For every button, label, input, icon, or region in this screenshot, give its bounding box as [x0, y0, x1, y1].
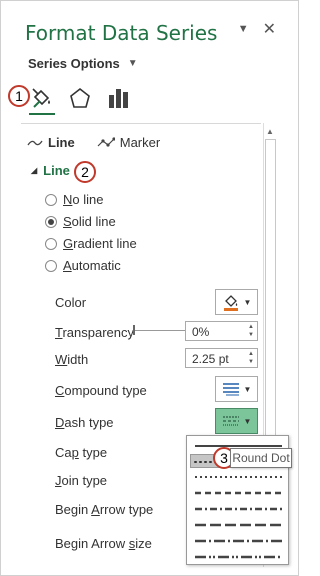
radio-label: No line — [63, 192, 104, 207]
line-icon — [27, 140, 43, 145]
dash-option-dash[interactable] — [190, 486, 285, 500]
active-tab-indicator — [29, 113, 55, 115]
long-dash-dot-line-icon — [195, 539, 282, 543]
series-options-bars-icon — [109, 89, 128, 108]
series-options-tab[interactable] — [103, 83, 133, 113]
compound-type-label: Compound type — [55, 383, 147, 398]
line-section-label: Line — [43, 163, 70, 178]
scroll-up-icon[interactable]: ▲ — [263, 127, 277, 136]
dash-dot-line-icon — [195, 507, 282, 511]
dash-type-button[interactable]: ▼ — [215, 408, 258, 434]
close-icon[interactable]: ✕ — [263, 19, 276, 39]
join-type-label: Join type — [55, 473, 108, 488]
line-section-header[interactable]: ◢ Line — [31, 163, 70, 178]
format-tabs — [21, 81, 261, 117]
chevron-down-icon: ▼ — [127, 58, 138, 69]
color-label: Color — [55, 295, 87, 310]
radio-label: Solid line — [63, 214, 116, 229]
dash-option-long-dash-dot[interactable] — [190, 534, 285, 548]
radio-button[interactable] — [45, 215, 57, 228]
tab-marker-label: Marker — [119, 135, 161, 150]
marker-icon — [97, 136, 115, 147]
begin-arrow-type-label: Begin Arrow type — [55, 502, 154, 517]
width-value: 2.25 pt — [192, 352, 229, 366]
radio-automatic[interactable]: Automatic — [45, 258, 121, 273]
fill-line-icon — [32, 88, 50, 108]
radio-label: Gradient line — [63, 236, 137, 251]
transparency-input[interactable]: 0% ▲ ▼ — [185, 321, 258, 341]
transparency-slider-thumb[interactable] — [133, 325, 135, 335]
tab-line-label: Line — [48, 135, 75, 150]
dash-option-long-dash-dot-dot[interactable] — [190, 550, 285, 564]
cap-type-label: Cap type — [55, 445, 108, 460]
compound-type-button[interactable]: ▼ — [215, 376, 258, 402]
dash-option-dash-dot[interactable] — [190, 502, 285, 516]
compound-lines-icon — [222, 383, 239, 396]
width-label: Width — [55, 352, 89, 367]
chevron-down-icon: ▼ — [243, 416, 252, 426]
chevron-down-icon: ▼ — [243, 384, 252, 394]
dash-option-square-dot[interactable] — [190, 470, 285, 484]
paint-bucket-icon — [223, 295, 238, 311]
pane-controls: ▼ ✕ — [238, 19, 276, 39]
radio-no-line[interactable]: No line — [45, 192, 103, 207]
tooltip: Round Dot — [230, 448, 292, 468]
dash-option-long-dash[interactable] — [190, 518, 285, 532]
long-dash-line-icon — [195, 523, 282, 527]
spin-arrows[interactable]: ▲ ▼ — [245, 349, 257, 367]
step-badge-2: 2 — [74, 161, 96, 183]
long-dash-dot-dot-line-icon — [195, 555, 282, 559]
transparency-value: 0% — [192, 325, 210, 339]
radio-label: Automatic — [63, 258, 121, 273]
line-marker-tabs: Line Marker — [27, 135, 160, 150]
series-options-dropdown[interactable]: Series Options ▼ — [28, 56, 138, 71]
spin-arrows[interactable]: ▲ ▼ — [245, 322, 257, 340]
chevron-down-icon: ▼ — [243, 297, 252, 307]
divider — [21, 123, 261, 124]
expanded-triangle-icon: ◢ — [31, 166, 38, 175]
step-badge-1: 1 — [8, 85, 30, 107]
pane-title: Format Data Series — [25, 21, 218, 45]
effects-tab[interactable] — [65, 83, 95, 113]
square-dot-line-icon — [195, 476, 282, 478]
begin-arrow-size-label: Begin Arrow size — [55, 536, 152, 551]
series-options-label: Series Options — [28, 56, 120, 71]
transparency-label: Transparency — [55, 325, 135, 340]
dash-lines-icon — [222, 416, 239, 426]
effects-pentagon-icon — [70, 87, 90, 108]
radio-button[interactable] — [45, 193, 57, 206]
pane-options-caret-icon[interactable]: ▼ — [238, 23, 249, 35]
radio-solid-line[interactable]: Solid line — [45, 214, 116, 229]
radio-button[interactable] — [45, 259, 57, 272]
transparency-slider-track[interactable] — [133, 330, 185, 331]
tab-marker[interactable]: Marker — [97, 135, 160, 150]
tab-line[interactable]: Line — [27, 135, 75, 150]
fill-line-tab[interactable] — [27, 83, 57, 113]
line-color-button[interactable]: ▼ — [215, 289, 258, 315]
radio-gradient-line[interactable]: Gradient line — [45, 236, 137, 251]
radio-button[interactable] — [45, 237, 57, 250]
dash-type-label: Dash type — [55, 415, 114, 430]
format-data-series-pane: Format Data Series ▼ ✕ Series Options ▼ — [0, 0, 299, 576]
dash-line-icon — [195, 491, 282, 495]
width-input[interactable]: 2.25 pt ▲ ▼ — [185, 348, 258, 368]
